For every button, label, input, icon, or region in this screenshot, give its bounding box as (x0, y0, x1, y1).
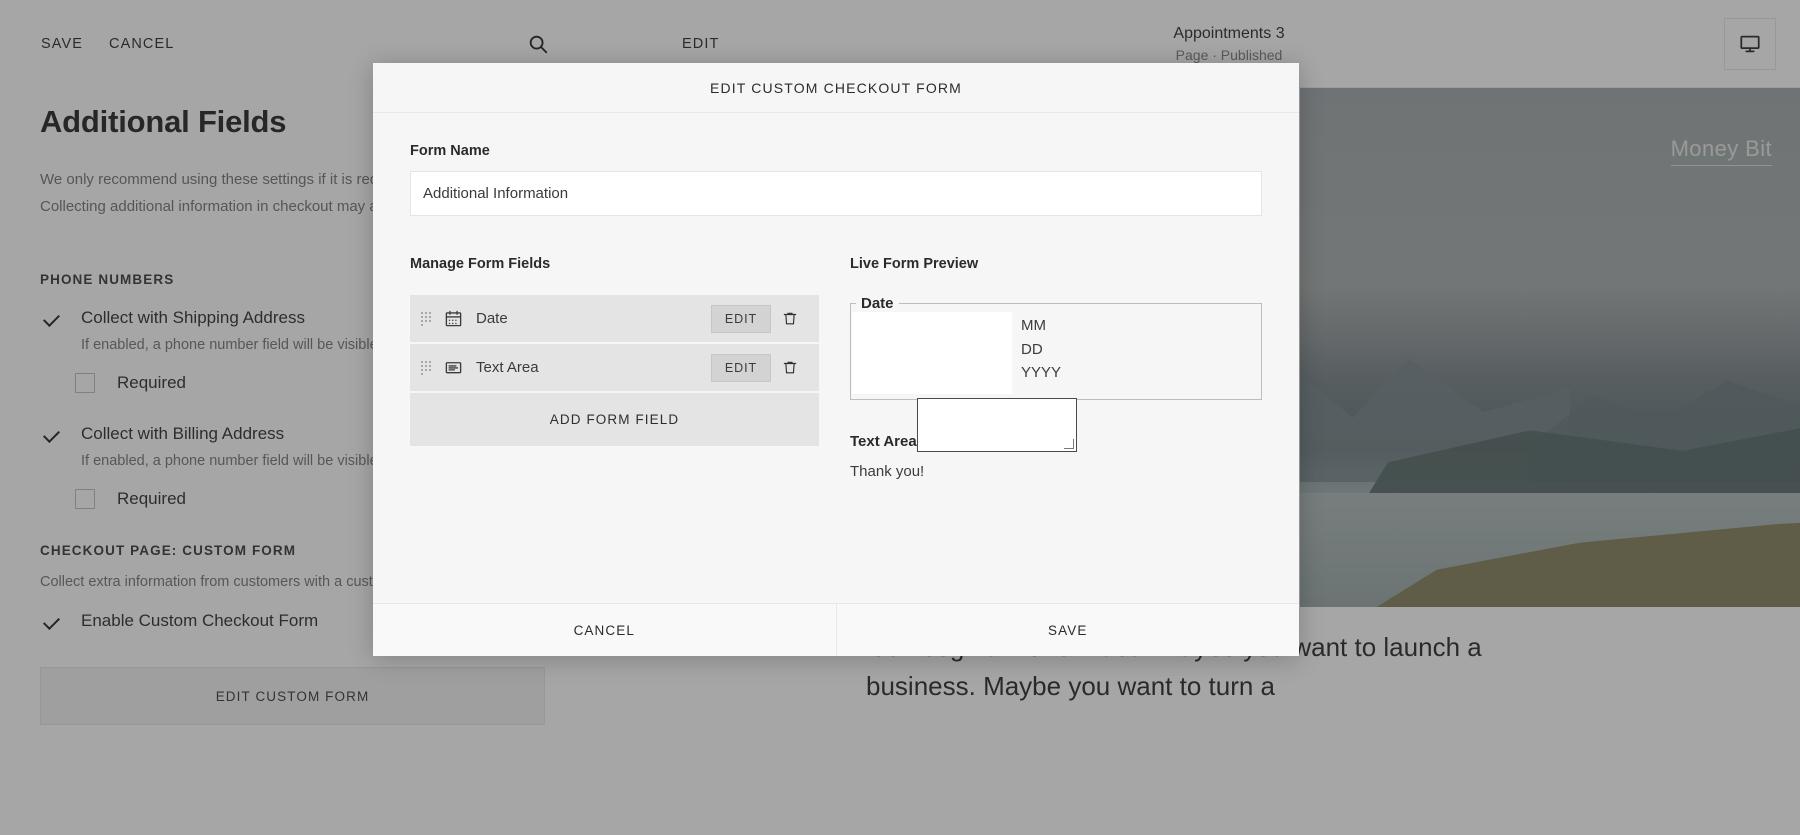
form-field-edit-button[interactable]: EDIT (711, 305, 771, 333)
form-field-delete-button[interactable] (771, 359, 809, 376)
calendar-icon (436, 309, 470, 328)
date-part-mm: MM (1021, 314, 1061, 338)
text-area-icon (436, 358, 470, 377)
form-name-input[interactable]: Additional Information (410, 171, 1262, 216)
form-field-name: Date (470, 310, 711, 327)
preview-textarea-label: Text Area (850, 433, 917, 452)
add-form-field-button[interactable]: ADD FORM FIELD (410, 393, 819, 446)
form-field-row-date[interactable]: Date EDIT (410, 295, 819, 342)
preview-textarea-row: Text Area (850, 398, 1262, 452)
modal-save-button[interactable]: SAVE (836, 604, 1300, 656)
preview-date-parts: MM DD YYYY (1012, 312, 1061, 385)
modal-footer: CANCEL SAVE (373, 603, 1299, 656)
drag-handle-icon[interactable] (418, 312, 432, 326)
preview-thank-you-text: Thank you! (850, 463, 1262, 480)
manage-form-fields-column: Manage Form Fields (410, 256, 819, 480)
modal-columns: Manage Form Fields (410, 256, 1262, 480)
modal-header: EDIT CUSTOM CHECKOUT FORM (373, 63, 1299, 113)
form-field-delete-button[interactable] (771, 310, 809, 327)
date-part-yyyy: YYYY (1021, 361, 1061, 385)
form-name-label: Form Name (410, 143, 1262, 159)
trash-icon (782, 359, 798, 376)
preview-date-input[interactable] (852, 312, 1012, 394)
modal-title: EDIT CUSTOM CHECKOUT FORM (710, 80, 962, 96)
trash-icon (782, 310, 798, 327)
preview-date-fieldset: Date MM DD YYYY (850, 295, 1262, 400)
live-form-preview-title: Live Form Preview (850, 256, 1262, 272)
drag-handle-icon[interactable] (418, 361, 432, 375)
form-field-edit-button[interactable]: EDIT (711, 354, 771, 382)
form-field-name: Text Area (470, 359, 711, 376)
preview-date-legend: Date (856, 295, 899, 312)
date-part-dd: DD (1021, 338, 1061, 362)
preview-textarea-input[interactable] (917, 398, 1077, 452)
modal-cancel-button[interactable]: CANCEL (373, 604, 836, 656)
form-field-row-text-area[interactable]: Text Area EDIT (410, 344, 819, 391)
modal-body: Form Name Additional Information Manage … (373, 113, 1299, 603)
live-form-preview-column: Live Form Preview Date MM DD YYYY (850, 256, 1262, 480)
manage-form-fields-title: Manage Form Fields (410, 256, 819, 272)
app-root: SAVE CANCEL Additional Fields We only re… (0, 0, 1800, 835)
preview-date-inner: MM DD YYYY (851, 312, 1261, 400)
edit-custom-checkout-form-modal: EDIT CUSTOM CHECKOUT FORM Form Name Addi… (373, 63, 1299, 656)
